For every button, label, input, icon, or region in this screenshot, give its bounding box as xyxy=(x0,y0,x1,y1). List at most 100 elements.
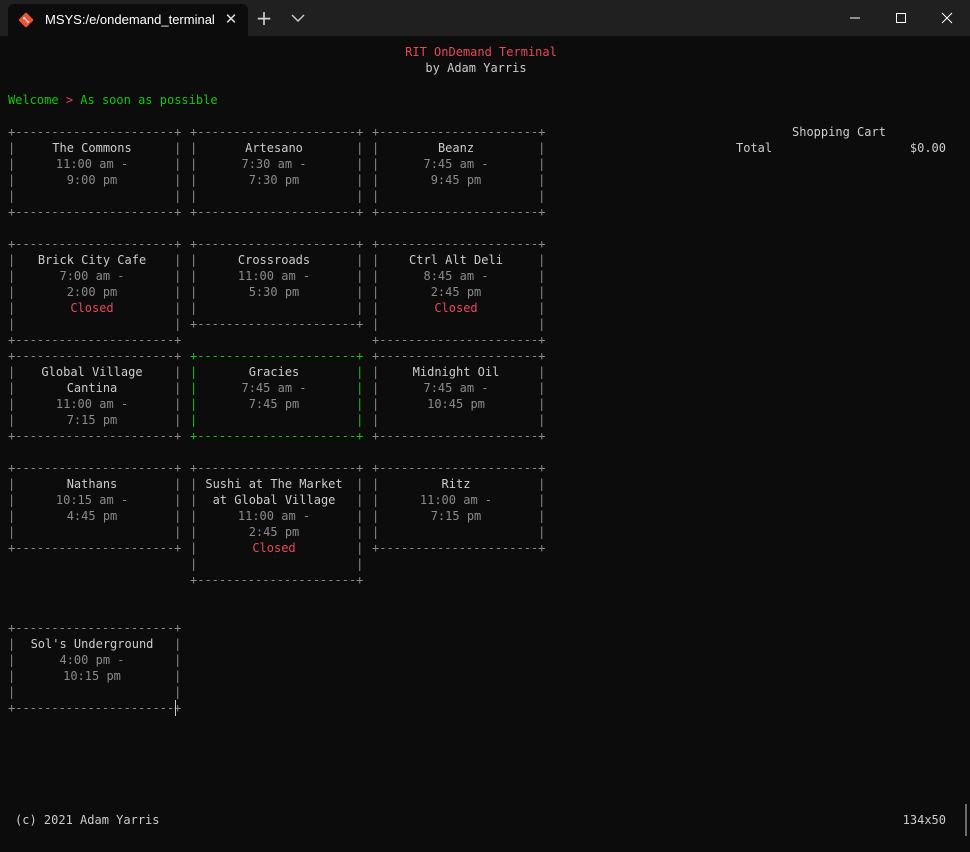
restaurant-card[interactable]: +----------------------+ | | Midnight Oil |… xyxy=(372,348,546,444)
close-icon[interactable] xyxy=(924,0,970,36)
restaurant-card[interactable]: +----------------------+ | | Beanz | | 7:45 … xyxy=(372,124,546,220)
card-border: | | xyxy=(372,189,546,203)
card-border: +----------------------+ xyxy=(372,237,546,251)
restaurant-name: Gracies xyxy=(248,365,300,379)
tab-title: MSYS:/e/ondemand_terminal xyxy=(45,12,215,27)
card-border: +----------------------+ xyxy=(8,333,182,347)
cart-total-label: Total xyxy=(736,141,773,155)
restaurant-card[interactable]: +----------------------+ | | Artesano | | 7:… xyxy=(190,124,364,220)
plus-icon[interactable]: + xyxy=(254,8,274,28)
git-icon xyxy=(18,12,34,28)
card-border: | | xyxy=(190,301,364,315)
card-border: +----------------------+ xyxy=(8,349,182,363)
close-tab-icon[interactable]: ✕ xyxy=(222,10,240,28)
terminal-tab[interactable]: MSYS:/e/ondemand_terminal ✕ xyxy=(8,4,248,36)
card-border: +----------------------+ xyxy=(372,541,546,555)
restaurant-status: Closed xyxy=(434,301,478,315)
card-border: +----------------------+ xyxy=(372,125,546,139)
restaurant-close-time: 2:45 pm xyxy=(430,285,482,299)
card-border: +----------------------+ xyxy=(372,429,546,443)
restaurant-name: at Global Village xyxy=(212,493,336,507)
restaurant-open-time: 7:30 am - xyxy=(241,157,307,171)
restaurant-card[interactable]: +----------------------+ | | Ritz | | 11:00 … xyxy=(372,460,546,556)
card-border: +----------------------+ xyxy=(190,573,364,587)
footer-copyright: (c) 2021 Adam Yarris xyxy=(15,813,160,827)
restaurant-open-time: 11:00 am - xyxy=(419,493,493,507)
card-border: | | xyxy=(372,317,546,331)
restaurant-close-time: 9:00 pm xyxy=(66,173,118,187)
app-byline: by Adam Yarris xyxy=(425,61,527,75)
maximize-icon[interactable] xyxy=(878,0,924,36)
card-border: +----------------------+ xyxy=(190,205,364,219)
card-border: +----------------------+ xyxy=(372,461,546,475)
restaurant-name: The Commons xyxy=(52,141,132,155)
restaurant-close-time: 7:30 pm xyxy=(248,173,300,187)
restaurant-open-time: 10:15 am - xyxy=(55,493,129,507)
restaurant-card[interactable]: +----------------------+ | | Crossroads | |… xyxy=(190,236,364,332)
restaurant-close-time: 7:45 pm xyxy=(248,397,300,411)
card-border: +----------------------+ xyxy=(8,621,182,635)
restaurant-status: Closed xyxy=(70,301,114,315)
restaurant-card[interactable]: +----------------------+ | | Ctrl Alt Deli… xyxy=(372,236,546,348)
breadcrumb-current: As soon as possible xyxy=(80,93,218,107)
restaurant-close-time: 7:15 pm xyxy=(66,413,118,427)
restaurant-name: Ritz xyxy=(441,477,471,491)
restaurant-card[interactable]: +----------------------+ | | Brick City Ca… xyxy=(8,236,182,348)
text-cursor xyxy=(175,700,176,716)
restaurant-name: Nathans xyxy=(66,477,118,491)
card-border: +----------------------+ xyxy=(8,205,182,219)
card-border: | | xyxy=(8,685,182,699)
restaurant-open-time: 11:00 am - xyxy=(237,509,311,523)
restaurant-card[interactable]: +----------------------+ | | Gracies | | 7:4… xyxy=(190,348,364,444)
restaurant-name: Cantina xyxy=(66,381,118,395)
restaurant-card[interactable]: +----------------------+ | | Global Villag… xyxy=(8,348,182,444)
restaurant-open-time: 7:00 am - xyxy=(59,269,125,283)
minimize-icon[interactable] xyxy=(832,0,878,36)
restaurant-card[interactable]: +----------------------+ | | Nathans | | 10:… xyxy=(8,460,182,556)
card-border: | | xyxy=(8,189,182,203)
restaurant-open-time: 7:45 am - xyxy=(423,157,489,171)
restaurant-name: Crossroads xyxy=(237,253,311,267)
restaurant-close-time: 10:15 pm xyxy=(63,669,121,683)
restaurant-open-time: 7:45 am - xyxy=(241,381,307,395)
restaurant-status: Closed xyxy=(252,541,296,555)
card-border: | | xyxy=(8,525,182,539)
restaurant-name: Brick City Cafe xyxy=(37,253,147,267)
restaurant-open-time: 11:00 am - xyxy=(55,397,129,411)
restaurant-close-time: 9:45 pm xyxy=(430,173,482,187)
card-border: +----------------------+ xyxy=(372,205,546,219)
card-border: +----------------------+ xyxy=(372,333,546,347)
card-border: +----------------------+ xyxy=(190,429,364,443)
restaurant-name: Beanz xyxy=(437,141,475,155)
restaurant-card[interactable]: +----------------------+ | | Sol's Undergr… xyxy=(8,620,182,716)
restaurant-open-time: 11:00 am - xyxy=(55,157,129,171)
restaurant-close-time: 10:45 pm xyxy=(427,397,485,411)
scrollbar-thumb[interactable] xyxy=(965,804,967,836)
chevron-down-icon[interactable] xyxy=(288,8,308,28)
restaurant-name: Sol's Underground xyxy=(30,637,154,651)
restaurant-close-time: 5:30 pm xyxy=(248,285,300,299)
restaurant-close-time: 2:45 pm xyxy=(248,525,300,539)
card-border: +----------------------+ xyxy=(8,701,182,715)
restaurant-close-time: 4:45 pm xyxy=(66,509,118,523)
terminal-size: 134x50 xyxy=(902,813,946,827)
card-border: +----------------------+ xyxy=(190,461,364,475)
restaurant-open-time: 8:45 am - xyxy=(423,269,489,283)
restaurant-card[interactable]: +----------------------+ | | Sushi at The … xyxy=(190,460,364,588)
breadcrumb: Welcome > As soon as possible xyxy=(8,92,218,108)
breadcrumb-welcome[interactable]: Welcome xyxy=(8,93,59,107)
restaurant-name: Midnight Oil xyxy=(412,365,500,379)
card-border: | | xyxy=(190,189,364,203)
card-border: | | xyxy=(190,557,364,571)
restaurant-card[interactable]: +----------------------+ | | The Commons | … xyxy=(8,124,182,220)
restaurant-name: Artesano xyxy=(245,141,303,155)
terminal-content[interactable]: RIT OnDemand Terminal by Adam Yarris Wel… xyxy=(0,36,970,852)
card-border: +----------------------+ xyxy=(8,541,182,555)
card-border: +----------------------+ xyxy=(190,125,364,139)
restaurant-close-time: 7:15 pm xyxy=(430,509,482,523)
restaurant-name: Ctrl Alt Deli xyxy=(409,253,503,267)
card-border: +----------------------+ xyxy=(372,349,546,363)
restaurant-close-time: 2:00 pm xyxy=(66,285,118,299)
card-border: +----------------------+ xyxy=(8,429,182,443)
card-border: +----------------------+ xyxy=(190,237,364,251)
